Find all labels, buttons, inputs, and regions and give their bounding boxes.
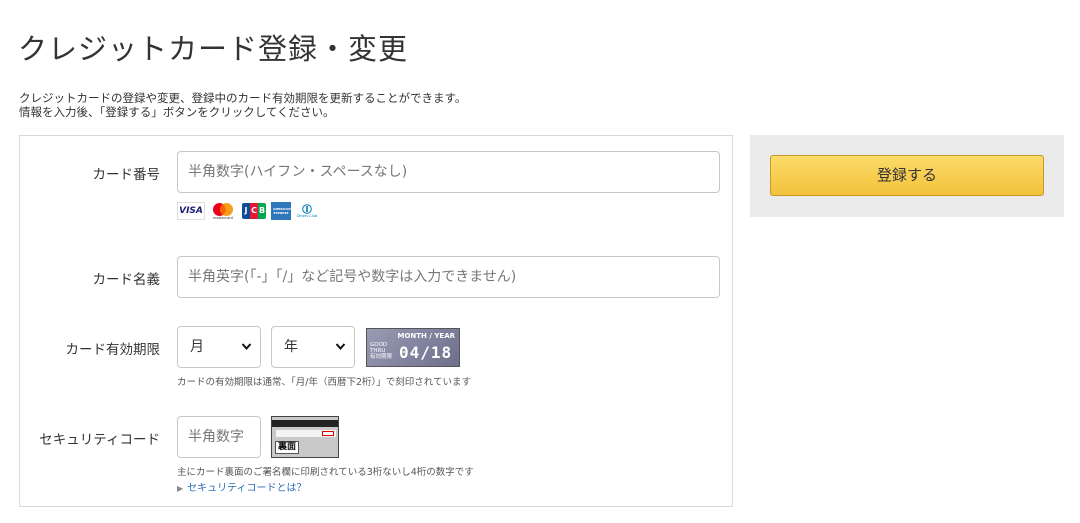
expiry-sample-card-image: MONTH / YEAR GOOD THRU 有効期限 04/18 [366,328,460,367]
expiry-month-select[interactable]: 月 [177,326,261,368]
good-thru-line-3: 有効期限 [370,354,393,360]
magnetic-stripe [272,420,338,427]
register-button[interactable]: 登録する [770,155,1044,196]
card-back-label: 裏面 [275,441,300,454]
expiry-year-select[interactable]: 年 [271,326,355,368]
jcb-icon: J C B [241,202,267,220]
security-code-hint: 主にカード裏面のご署名欄に印刷されている3桁ないし4桁の数字です [177,467,474,478]
security-code-highlight [322,431,334,436]
description-line-1: クレジットカードの登録や変更、登録中のカード有効期限を更新することができます。 [19,91,467,105]
expiry-year-value: 年 [284,339,298,355]
description-line-2: 情報を入力後、「登録する」ボタンをクリックしてください。 [19,105,335,119]
expiry-month-value: 月 [190,339,204,355]
expiry-sample-good-thru: GOOD THRU 有効期限 [370,342,392,360]
triangle-right-icon: ▶ [177,484,184,493]
diners-logo-text: Diners Club [296,214,318,218]
card-number-label: カード番号 [92,167,161,183]
signature-strip [276,430,336,437]
diners-club-icon: Diners Club [295,202,319,220]
mastercard-logo-text: mastercard [213,215,233,220]
amex-logo-text: AMERICAN EXPRESS [273,207,291,215]
expiry-label: カード有効期限 [65,342,161,358]
jcb-logo-text: J C B [242,203,266,219]
submit-panel: 登録する [750,135,1064,217]
expiry-hint: カードの有効期限は通常、「月/年（西暦下2桁）」で刻印されています [177,377,471,388]
page-title: クレジットカード登録・変更 [18,32,409,66]
card-number-input[interactable] [177,151,720,193]
visa-icon: VISA [177,202,205,220]
security-code-label: セキュリティコード [39,432,160,448]
page-description: クレジットカードの登録や変更、登録中のカード有効期限を更新することができます。 … [19,91,466,119]
card-brand-logos: VISA mastercard J C B AMERICAN EXPRESS D… [177,202,319,220]
card-back-image: 裏面 [271,416,339,458]
amex-icon: AMERICAN EXPRESS [271,202,291,220]
card-name-input[interactable] [177,256,720,298]
expiry-sample-header: MONTH / YEAR [397,332,456,340]
expiry-sample-date: 04/18 [399,343,453,362]
security-code-input[interactable] [177,416,261,458]
card-form: カード番号 VISA mastercard J C B AMERICAN EXP… [19,135,733,507]
mastercard-icon: mastercard [209,202,237,220]
mastercard-circles [213,202,233,216]
card-name-label: カード名義 [92,272,161,288]
security-code-help-link[interactable]: ▶ セキュリティコードとは？ [177,479,307,494]
diners-circle [302,204,312,214]
security-code-help-text: セキュリティコードとは？ [187,483,307,494]
visa-logo-text: VISA [179,206,203,216]
